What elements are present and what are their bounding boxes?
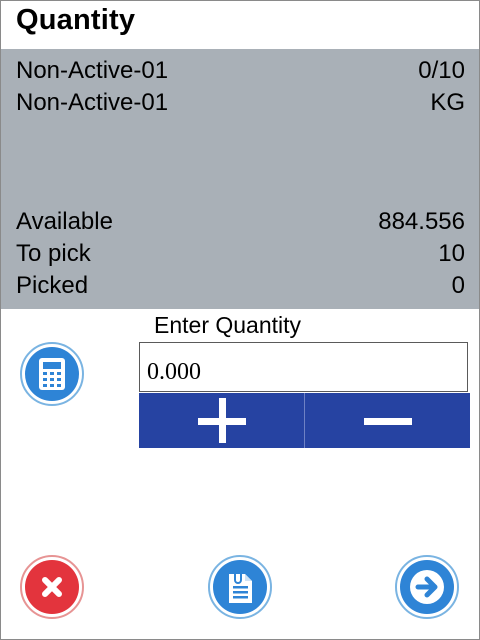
to-pick-label: To pick bbox=[16, 240, 91, 267]
cancel-button[interactable] bbox=[20, 555, 84, 619]
to-pick-row: To pick 10 bbox=[16, 238, 465, 270]
clipboard-icon bbox=[229, 570, 252, 603]
increment-button[interactable] bbox=[139, 393, 304, 448]
item-code-label: Non-Active-01 bbox=[16, 57, 169, 84]
picked-label: Picked bbox=[16, 272, 89, 299]
available-row: Available 884.556 bbox=[16, 206, 465, 238]
available-value: 884.556 bbox=[378, 208, 465, 235]
available-label: Available bbox=[16, 208, 113, 235]
quantity-stepper bbox=[139, 393, 470, 448]
clipboard-button[interactable] bbox=[208, 555, 272, 619]
to-pick-value: 10 bbox=[438, 240, 465, 267]
decrement-button[interactable] bbox=[304, 393, 470, 448]
item-unit-value: KG bbox=[430, 89, 465, 116]
page-title: Quantity bbox=[16, 4, 136, 36]
picked-value: 0 bbox=[451, 272, 465, 299]
calculator-button[interactable] bbox=[20, 342, 84, 406]
picked-row: Picked 0 bbox=[16, 270, 465, 302]
item-info-panel: Non-Active-01 0/10 Non-Active-01 KG Avai… bbox=[1, 49, 479, 309]
close-icon bbox=[42, 577, 62, 597]
arrow-right-icon bbox=[410, 570, 444, 604]
enter-quantity-label: Enter Quantity bbox=[154, 312, 302, 338]
quantity-input[interactable] bbox=[139, 342, 468, 392]
item-code-row: Non-Active-01 0/10 bbox=[16, 55, 465, 87]
calculator-icon bbox=[39, 358, 65, 390]
item-name-label: Non-Active-01 bbox=[16, 89, 169, 116]
next-button[interactable] bbox=[395, 555, 459, 619]
item-progress-value: 0/10 bbox=[418, 57, 465, 84]
item-unit-row: Non-Active-01 KG bbox=[16, 87, 465, 119]
